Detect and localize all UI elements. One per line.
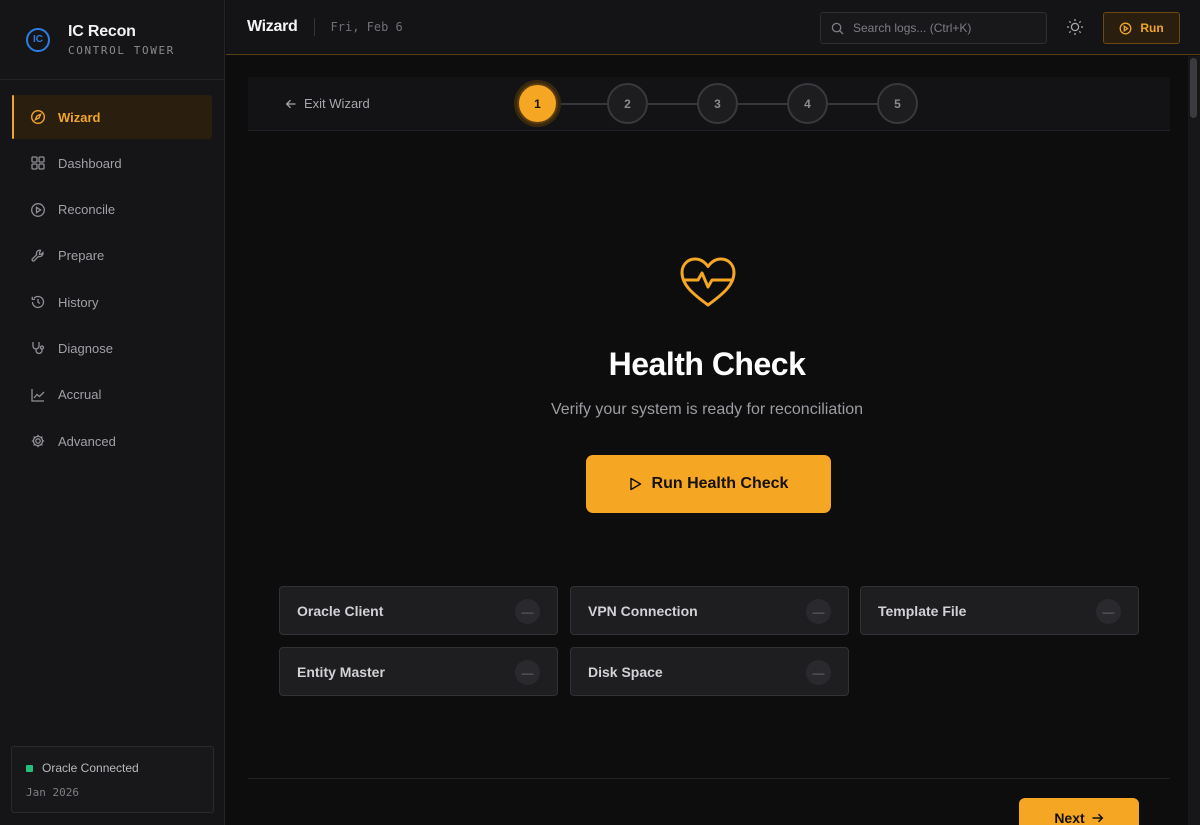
next-button[interactable]: Next [1019, 798, 1139, 825]
step-connector [558, 103, 608, 105]
check-item-disk-space: Disk Space — [570, 647, 849, 696]
wizard-stepper: Exit Wizard 1 2 3 4 5 [248, 77, 1170, 131]
section-title: Health Check [608, 346, 806, 382]
exit-wizard-link[interactable]: Exit Wizard [285, 96, 370, 111]
sidebar: IC IC Recon CONTROL TOWER Wizard Dashboa… [0, 0, 225, 825]
sun-icon [1066, 18, 1084, 36]
run-health-check-label: Run Health Check [651, 475, 789, 492]
check-item-template-file: Template File — [860, 586, 1139, 635]
wizard-step-2[interactable]: 2 [607, 83, 648, 124]
play-circle-icon [1119, 22, 1132, 35]
check-item-entity-master: Entity Master — [279, 647, 558, 696]
page-title: Wizard [247, 18, 298, 35]
wrench-icon [30, 248, 46, 264]
check-status-badge: — [515, 599, 540, 624]
section-subtitle: Verify your system is ready for reconcil… [550, 401, 864, 418]
compass-icon [30, 109, 46, 125]
check-item-oracle-client: Oracle Client — [279, 586, 558, 635]
check-label: VPN Connection [588, 602, 698, 619]
connection-status-label: Oracle Connected [42, 761, 139, 775]
sidebar-item-label: Prepare [58, 248, 105, 264]
sidebar-item-history[interactable]: History [12, 280, 212, 324]
scrollbar[interactable] [1188, 56, 1200, 825]
check-status-badge: — [1096, 599, 1121, 624]
sidebar-item-label: Diagnose [58, 340, 113, 356]
search-icon [831, 22, 844, 35]
scrollbar-thumb[interactable] [1190, 58, 1197, 118]
sidebar-item-label: Accrual [58, 387, 102, 403]
arrow-left-icon [285, 98, 297, 110]
sidebar-item-label: Wizard [58, 109, 101, 125]
step-connector [648, 103, 698, 105]
status-indicator [26, 764, 33, 772]
stethoscope-icon [30, 340, 46, 356]
status-period: Jan 2026 [26, 786, 79, 799]
step-connector [738, 103, 788, 105]
sidebar-item-advanced[interactable]: Advanced [12, 419, 212, 463]
exit-wizard-label: Exit Wizard [304, 96, 370, 111]
run-button[interactable]: Run [1103, 12, 1180, 44]
check-status-badge: — [806, 660, 831, 685]
wizard-step-5[interactable]: 5 [877, 83, 918, 124]
wizard-step-1[interactable]: 1 [517, 83, 558, 124]
footer-divider [248, 778, 1170, 779]
sidebar-item-label: Reconcile [58, 202, 116, 218]
run-button-label: Run [1140, 21, 1164, 35]
sidebar-item-label: History [58, 294, 99, 310]
theme-toggle-button[interactable] [1064, 16, 1086, 38]
brand-subtitle: CONTROL TOWER [68, 43, 175, 57]
sidebar-item-label: Advanced [58, 433, 116, 449]
arrow-right-icon [1091, 812, 1104, 824]
wizard-step-4[interactable]: 4 [787, 83, 828, 124]
sidebar-item-prepare[interactable]: Prepare [12, 234, 212, 278]
search-box[interactable] [820, 12, 1047, 44]
brand: IC IC Recon CONTROL TOWER [0, 0, 224, 80]
app-window: IC IC Recon CONTROL TOWER Wizard Dashboa… [0, 0, 1200, 825]
play-circle-icon [30, 202, 46, 218]
brand-title: IC Recon [68, 22, 136, 40]
check-label: Oracle Client [297, 602, 384, 619]
sidebar-item-label: Dashboard [58, 155, 122, 171]
line-chart-icon [30, 387, 46, 403]
top-header: Wizard Fri, Feb 6 Run [226, 0, 1200, 55]
brand-logo: IC [26, 27, 50, 52]
heart-pulse-icon [678, 255, 738, 314]
check-status-badge: — [806, 599, 831, 624]
sidebar-item-diagnose[interactable]: Diagnose [12, 326, 212, 370]
next-button-label: Next [1054, 810, 1085, 825]
main-content: Exit Wizard 1 2 3 4 5 Health Check Verif… [226, 56, 1188, 825]
check-item-vpn-connection: VPN Connection — [570, 586, 849, 635]
gear-icon [30, 433, 46, 449]
check-status-badge: — [515, 660, 540, 685]
step-connector [828, 103, 878, 105]
check-label: Disk Space [588, 663, 663, 680]
check-label: Entity Master [297, 663, 385, 680]
header-date: Fri, Feb 6 [330, 20, 403, 34]
header-divider [313, 18, 315, 36]
search-input[interactable] [853, 21, 1033, 35]
connection-status-card: Oracle Connected Jan 2026 [11, 746, 214, 813]
sidebar-nav: Wizard Dashboard Reconcile Prepare Histo… [0, 80, 224, 463]
run-health-check-button[interactable]: Run Health Check [586, 455, 831, 513]
sidebar-item-reconcile[interactable]: Reconcile [12, 188, 212, 232]
sidebar-item-wizard[interactable]: Wizard [12, 95, 212, 139]
grid-icon [30, 155, 46, 171]
check-label: Template File [878, 602, 967, 619]
sidebar-item-dashboard[interactable]: Dashboard [12, 141, 212, 185]
history-icon [30, 294, 46, 310]
sidebar-item-accrual[interactable]: Accrual [12, 373, 212, 417]
play-icon [629, 477, 642, 491]
wizard-step-3[interactable]: 3 [697, 83, 738, 124]
